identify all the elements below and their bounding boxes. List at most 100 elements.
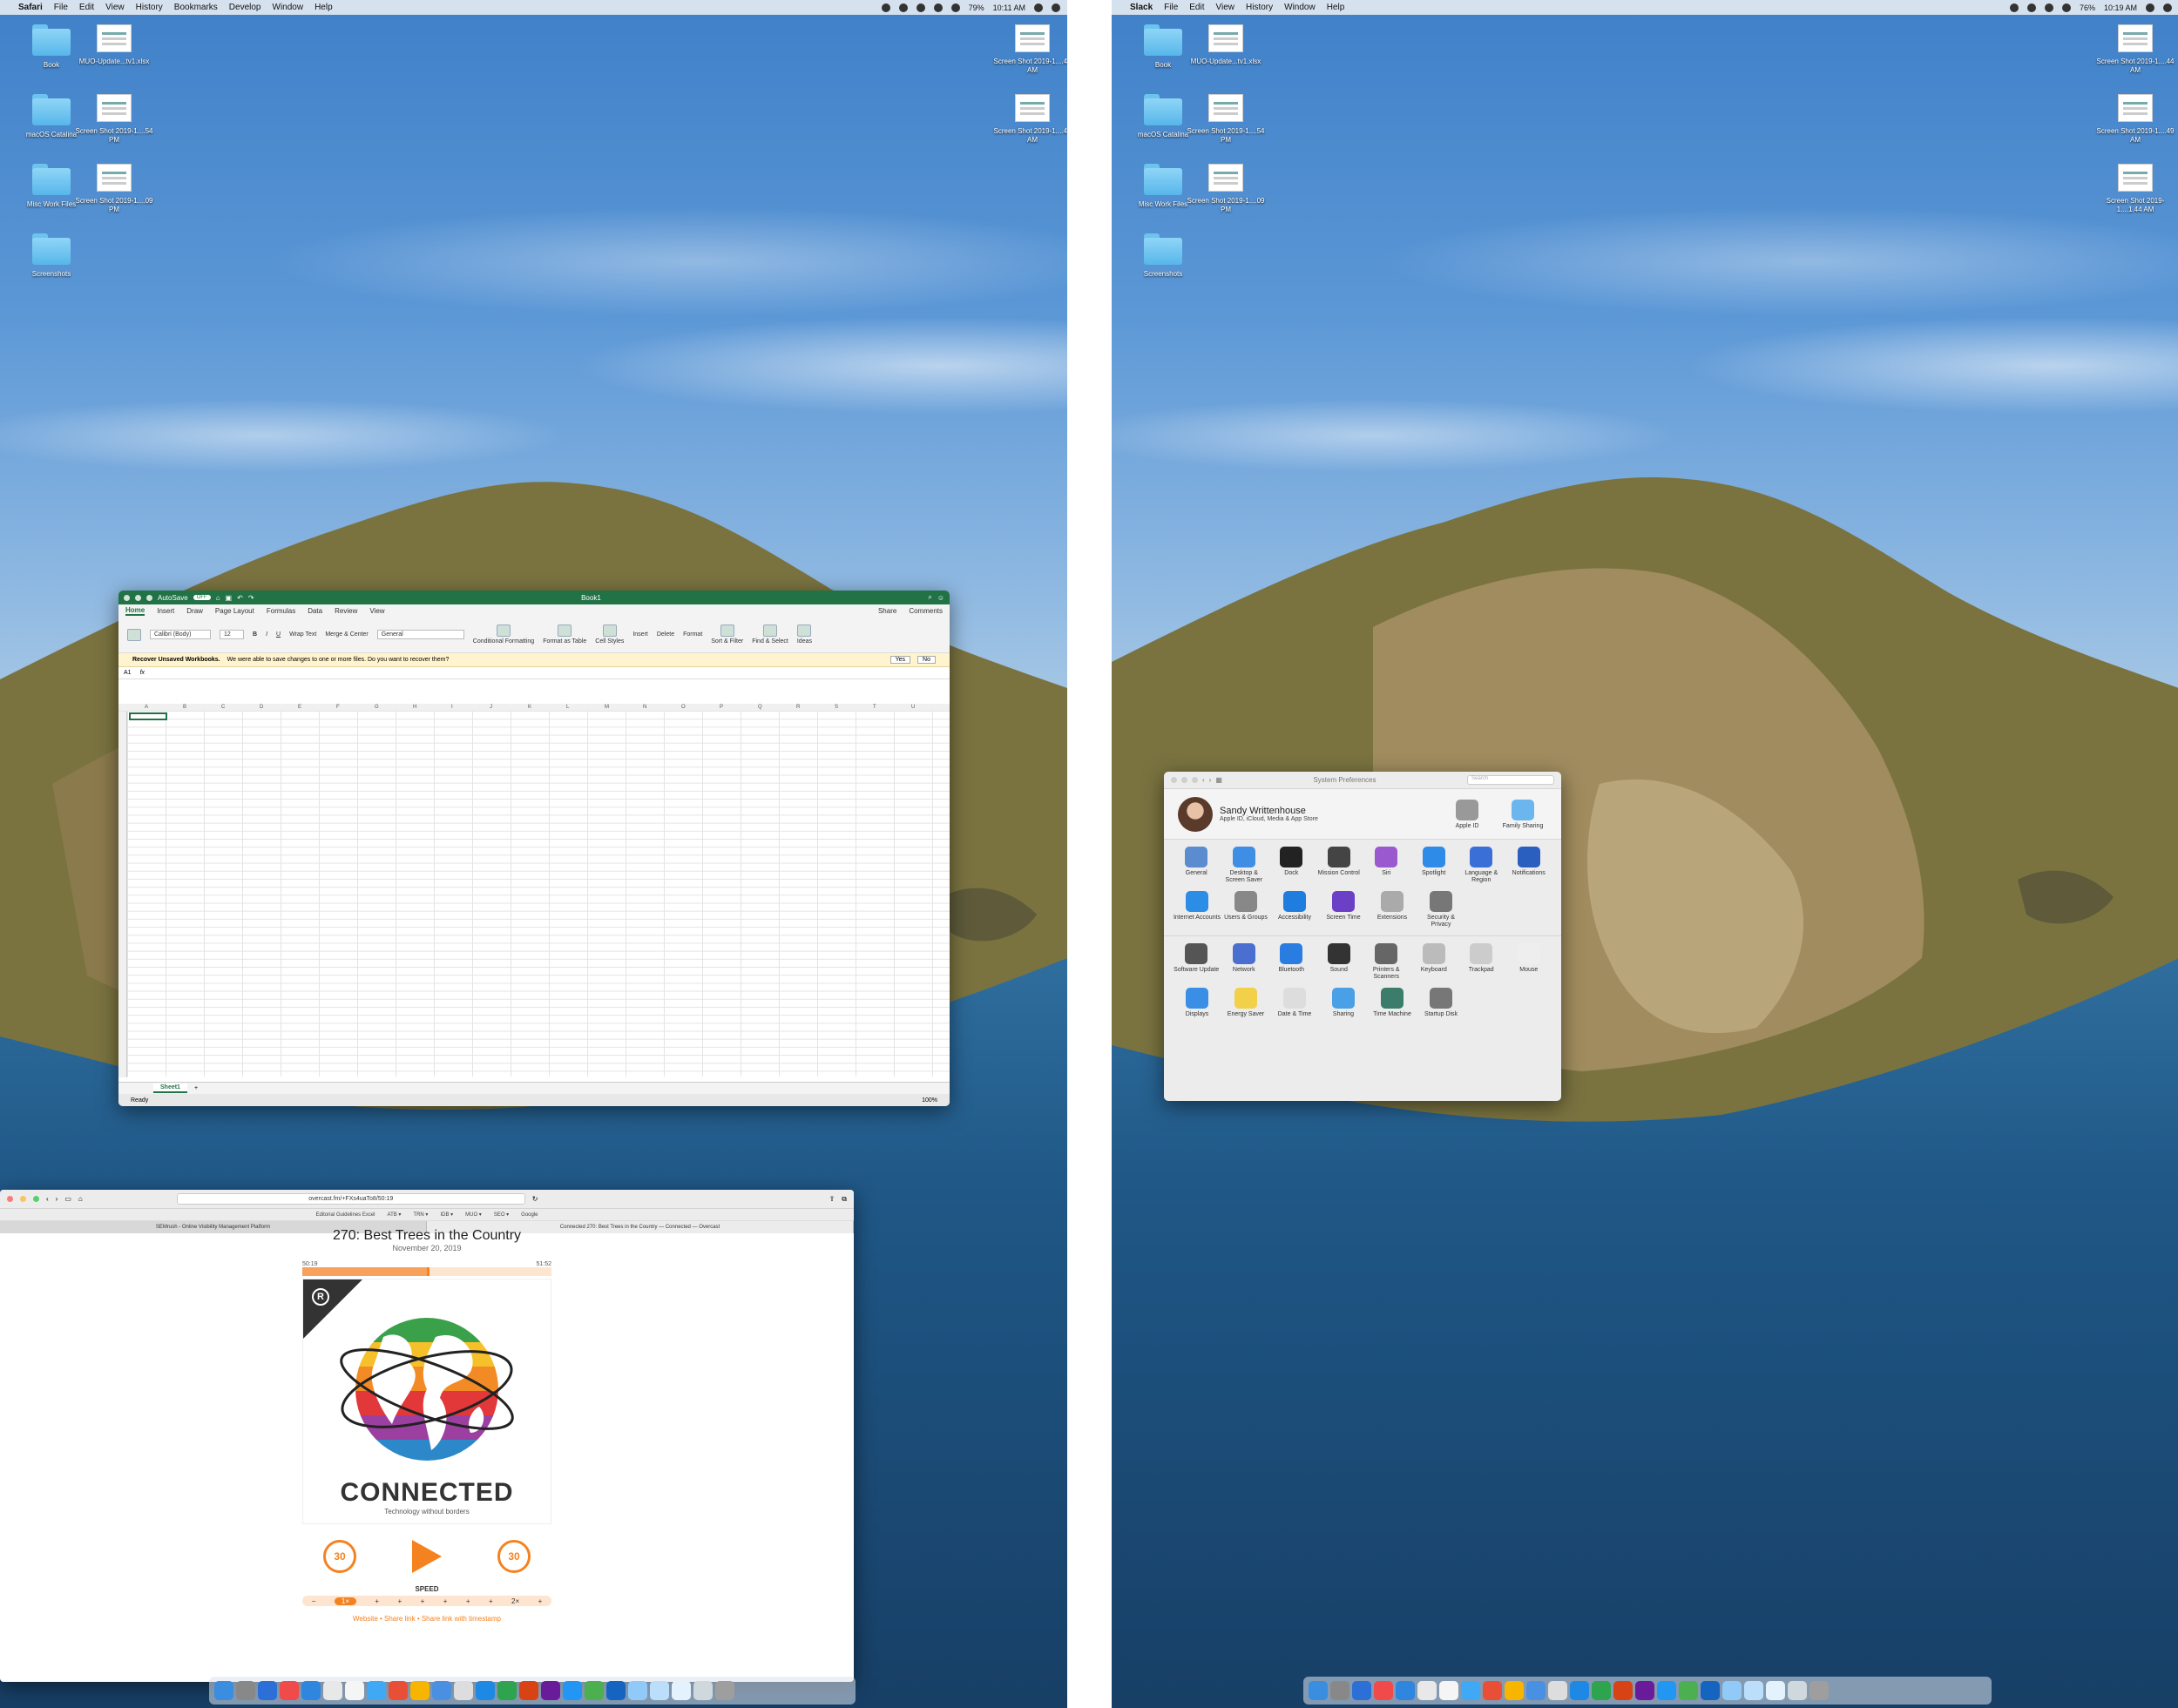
desktop-screenshot-4[interactable]: Screen Shot 2019-1....49 AM: [2096, 94, 2175, 145]
dock-app-icon[interactable]: [1788, 1681, 1807, 1700]
dock-app-icon[interactable]: [497, 1681, 517, 1700]
dock-app-icon[interactable]: [1505, 1681, 1524, 1700]
column-header[interactable]: L: [566, 705, 569, 710]
column-header[interactable]: G: [375, 705, 379, 710]
pref-energy-saver[interactable]: Energy Saver: [1221, 986, 1270, 1018]
speed-step[interactable]: +: [489, 1597, 493, 1605]
avatar[interactable]: [1178, 796, 1213, 832]
redo-icon[interactable]: ↷: [248, 594, 254, 602]
search-field[interactable]: Search: [1467, 775, 1554, 785]
dock-app-icon[interactable]: [1309, 1681, 1328, 1700]
pref-keyboard[interactable]: Keyboard: [1410, 942, 1458, 981]
dock-app-icon[interactable]: [519, 1681, 538, 1700]
menu-file[interactable]: File: [54, 3, 68, 12]
close-button[interactable]: [1171, 777, 1177, 783]
dock-app-icon[interactable]: [715, 1681, 734, 1700]
menu-view[interactable]: View: [1216, 3, 1235, 12]
cell-grid[interactable]: [118, 711, 950, 1077]
sidebar-icon[interactable]: ▭: [64, 1195, 71, 1203]
zoom-button[interactable]: [1192, 777, 1198, 783]
dock-app-icon[interactable]: [1526, 1681, 1546, 1700]
progress-knob[interactable]: [427, 1267, 430, 1276]
delete-cells-button[interactable]: Delete: [657, 631, 674, 638]
bluetooth-icon[interactable]: [2026, 3, 2036, 12]
wifi-icon[interactable]: [950, 3, 960, 12]
dock-app-icon[interactable]: [1570, 1681, 1589, 1700]
speed-step[interactable]: +: [398, 1597, 402, 1605]
dock-app-icon[interactable]: [236, 1681, 255, 1700]
speed-step[interactable]: +: [538, 1597, 543, 1605]
speed-step[interactable]: +: [443, 1597, 448, 1605]
menu-bookmarks[interactable]: Bookmarks: [174, 3, 218, 12]
column-header[interactable]: A: [145, 705, 148, 710]
pref-printers-scanners[interactable]: Printers & Scanners: [1363, 942, 1410, 981]
dock-app-icon[interactable]: [1439, 1681, 1458, 1700]
dock-app-icon[interactable]: [1417, 1681, 1437, 1700]
zoom-button[interactable]: [33, 1196, 39, 1202]
pref-trackpad[interactable]: Trackpad: [1458, 942, 1505, 981]
dock-app-icon[interactable]: [1809, 1681, 1829, 1700]
menu-app-name[interactable]: Slack: [1130, 3, 1153, 12]
tab-home[interactable]: Home: [125, 606, 145, 616]
insert-cells-button[interactable]: Insert: [632, 631, 648, 638]
dock-app-icon[interactable]: [1766, 1681, 1785, 1700]
dock-app-icon[interactable]: [1374, 1681, 1393, 1700]
tab-page-layout[interactable]: Page Layout: [215, 607, 254, 615]
dock-app-icon[interactable]: [410, 1681, 430, 1700]
column-header[interactable]: C: [221, 705, 225, 710]
bold-button[interactable]: B: [253, 631, 257, 638]
desktop-file-xlsx[interactable]: MUO-Update...tv1.xlsx: [1187, 24, 1265, 66]
menu-history[interactable]: History: [1246, 3, 1273, 12]
find-select-button[interactable]: Find & Select: [752, 624, 788, 645]
dock-app-icon[interactable]: [454, 1681, 473, 1700]
formula-input[interactable]: [153, 669, 944, 678]
column-header[interactable]: H: [413, 705, 416, 710]
dock-app-icon[interactable]: [541, 1681, 560, 1700]
dock-app-icon[interactable]: [258, 1681, 277, 1700]
dock-app-icon[interactable]: [1613, 1681, 1633, 1700]
minimize-button[interactable]: [1181, 777, 1187, 783]
name-box[interactable]: A1: [124, 670, 132, 676]
back-icon[interactable]: ‹: [1202, 776, 1205, 784]
desktop-screenshot-2[interactable]: Screen Shot 2019-1....09 PM: [1187, 164, 1265, 214]
menu-app-name[interactable]: Safari: [18, 3, 43, 12]
tab-view[interactable]: View: [369, 607, 384, 615]
menu-file[interactable]: File: [1164, 3, 1178, 12]
dock-app-icon[interactable]: [650, 1681, 669, 1700]
column-header[interactable]: N: [643, 705, 646, 710]
desktop-folder-screenshots[interactable]: Screenshots: [1124, 233, 1202, 279]
pref-date-time[interactable]: Date & Time: [1270, 986, 1319, 1018]
desktop-screenshot-3[interactable]: Screen Shot 2019-1....44 AM: [993, 24, 1067, 75]
dock-app-icon[interactable]: [1657, 1681, 1676, 1700]
zoom-button[interactable]: [146, 594, 152, 601]
pref-language-region[interactable]: Language & Region: [1458, 845, 1505, 884]
pref-security-privacy[interactable]: Security & Privacy: [1417, 889, 1465, 928]
dock-app-icon[interactable]: [1722, 1681, 1742, 1700]
fx-icon[interactable]: fx: [140, 670, 145, 676]
column-header[interactable]: D: [260, 705, 263, 710]
column-header[interactable]: B: [183, 705, 186, 710]
dock-app-icon[interactable]: [1461, 1681, 1480, 1700]
menu-edit[interactable]: Edit: [79, 3, 94, 12]
merge-center-button[interactable]: Merge & Center: [325, 631, 368, 638]
pref-accessibility[interactable]: Accessibility: [1270, 889, 1319, 928]
ideas-button[interactable]: Ideas: [797, 624, 812, 645]
column-header[interactable]: E: [298, 705, 301, 710]
close-button[interactable]: [124, 594, 130, 601]
speed-step[interactable]: −: [312, 1597, 316, 1605]
skip-back-button[interactable]: 30: [323, 1540, 356, 1573]
forward-icon[interactable]: ›: [1209, 776, 1212, 784]
autosave-toggle[interactable]: OFF: [193, 595, 211, 600]
desktop-folder-screenshots[interactable]: Screenshots: [12, 233, 91, 279]
pref-notifications[interactable]: Notifications: [1505, 845, 1553, 884]
pref-screen-time[interactable]: Screen Time: [1319, 889, 1368, 928]
favorite-link[interactable]: Editorial Guidelines Excel: [315, 1212, 375, 1218]
forward-icon[interactable]: ›: [56, 1195, 58, 1203]
menu-view[interactable]: View: [105, 3, 125, 12]
dock-app-icon[interactable]: [585, 1681, 604, 1700]
share-links[interactable]: Website • Share link • Share link with t…: [0, 1615, 854, 1623]
undo-icon[interactable]: ↶: [237, 594, 243, 602]
dock-app-icon[interactable]: [476, 1681, 495, 1700]
selected-cell-a1[interactable]: [129, 712, 167, 720]
dock-app-icon[interactable]: [1744, 1681, 1763, 1700]
